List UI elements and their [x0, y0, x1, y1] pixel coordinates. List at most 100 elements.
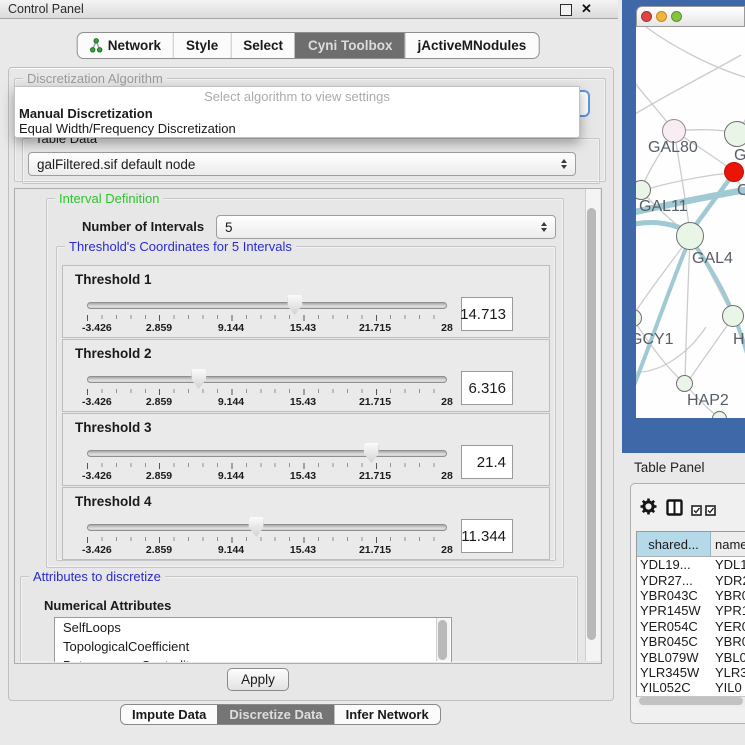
- cell-shared-name[interactable]: YPR145W: [637, 603, 710, 618]
- table-row[interactable]: YDL19... YDL1: [637, 557, 745, 572]
- cell-name[interactable]: YBR0: [710, 588, 745, 603]
- threshold-2-slider[interactable]: [87, 376, 447, 384]
- node-label-gal11: GAL11: [639, 198, 688, 216]
- list-item[interactable]: TopologicalCoefficient: [55, 637, 451, 656]
- tab-infer-network[interactable]: Infer Network: [334, 705, 440, 724]
- cell-name[interactable]: YIL0: [710, 680, 745, 695]
- minimize-traffic-light[interactable]: [656, 11, 667, 22]
- threshold-1-value-field[interactable]: 14.713: [461, 297, 513, 331]
- tick-label: 9.144: [218, 396, 244, 408]
- screen: Control Panel ✕ Network Style Select Cyn…: [0, 0, 745, 745]
- node-h[interactable]: [722, 305, 744, 327]
- cell-name[interactable]: YDL1: [710, 557, 745, 572]
- table-row[interactable]: YBR045C YBR0: [637, 634, 745, 649]
- slider-track[interactable]: [87, 376, 447, 383]
- tab-cyni-toolbox[interactable]: Cyni Toolbox: [295, 33, 405, 58]
- cell-name[interactable]: YDR2: [710, 573, 745, 588]
- tab-discretize-data[interactable]: Discretize Data: [217, 705, 333, 724]
- zoom-traffic-light[interactable]: [671, 11, 682, 22]
- checkbox-icon[interactable]: [691, 503, 702, 521]
- node-label-hap2: HAP2: [687, 392, 729, 410]
- settings-scrollbar-thumb[interactable]: [587, 208, 596, 640]
- tick-label: 21.715: [359, 322, 391, 334]
- cell-shared-name[interactable]: YBR045C: [637, 634, 710, 649]
- cell-shared-name[interactable]: YBL079W: [637, 650, 710, 665]
- tab-network[interactable]: Network: [78, 33, 173, 58]
- table-row[interactable]: YLR345W YLR3: [637, 665, 745, 680]
- split-column-icon[interactable]: [666, 499, 683, 521]
- cell-name[interactable]: YBL0: [710, 650, 745, 665]
- column-header-name[interactable]: name: [711, 532, 745, 556]
- cell-shared-name[interactable]: YER054C: [637, 619, 710, 634]
- close-traffic-light[interactable]: [641, 11, 652, 22]
- tab-impute-data[interactable]: Impute Data: [121, 705, 217, 724]
- algorithm-group-title: Discretization Algorithm: [23, 71, 167, 86]
- tab-style[interactable]: Style: [173, 33, 230, 58]
- table-row[interactable]: YBL079W YBL0: [637, 649, 745, 664]
- tick-label: 2.859: [146, 544, 172, 556]
- table-data-combobox[interactable]: galFiltered.sif default node: [28, 152, 576, 176]
- threshold-3-value-field[interactable]: 21.4: [461, 445, 513, 479]
- table-row[interactable]: YDR27... YDR2: [637, 572, 745, 587]
- list-item[interactable]: SelfLoops: [55, 618, 451, 637]
- cell-shared-name[interactable]: YDL19...: [637, 557, 710, 572]
- close-icon[interactable]: ✕: [581, 1, 592, 17]
- panel-title: Control Panel: [8, 2, 84, 16]
- table-hscrollbar-thumb[interactable]: [639, 697, 743, 705]
- slider-track[interactable]: [87, 450, 447, 457]
- tab-select[interactable]: Select: [230, 33, 295, 58]
- table-row[interactable]: YPR145W YPR1: [637, 603, 745, 618]
- tick-label: 2.859: [146, 470, 172, 482]
- cell-name[interactable]: YER0: [710, 619, 745, 634]
- cell-name[interactable]: YLR3: [710, 665, 745, 680]
- slider-track[interactable]: [87, 524, 447, 531]
- node-top-right[interactable]: [724, 121, 745, 147]
- node-gal4[interactable]: [676, 222, 704, 250]
- attributes-list-scrollbar-thumb[interactable]: [438, 620, 447, 660]
- node-label-c: C: [737, 182, 745, 200]
- apply-button[interactable]: Apply: [227, 668, 289, 691]
- threshold-4-slider-thumb[interactable]: [249, 517, 264, 537]
- tick-label: 15.43: [290, 396, 316, 408]
- dropdown-placeholder: Select algorithm to view settings: [15, 87, 579, 106]
- network-canvas[interactable]: GAL80 GA C GAL11 GAL4 GCY1 H HAP2: [636, 27, 745, 418]
- slider-tick-labels: -3.426 2.859 9.144 15.43 21.715 28: [87, 544, 447, 556]
- float-window-icon[interactable]: [560, 4, 572, 16]
- list-item[interactable]: BetweennessCentrality: [55, 656, 451, 662]
- node-hap2[interactable]: [676, 375, 693, 392]
- tab-jactivemnodules[interactable]: jActiveMNodules: [405, 33, 539, 58]
- cell-shared-name[interactable]: YDR27...: [637, 573, 710, 588]
- node-selected-red[interactable]: [724, 162, 744, 182]
- threshold-2-value-field[interactable]: 6.316: [461, 371, 513, 405]
- tab-style-label: Style: [186, 38, 218, 53]
- tick-label: 28: [441, 544, 453, 556]
- checkbox-icon[interactable]: [705, 503, 716, 521]
- cell-shared-name[interactable]: YLR345W: [637, 665, 710, 680]
- cell-name[interactable]: YPR1: [710, 603, 745, 618]
- tick-label: 15.43: [290, 470, 316, 482]
- number-of-intervals-combobox[interactable]: 5: [216, 215, 556, 239]
- tick-label: 9.144: [218, 544, 244, 556]
- gear-icon[interactable]: [640, 498, 657, 520]
- slider-track[interactable]: [87, 302, 447, 309]
- dropdown-option-equal-width[interactable]: Equal Width/Frequency Discretization: [15, 121, 579, 136]
- table-row[interactable]: YER054C YER0: [637, 619, 745, 634]
- table-panel-title: Table Panel: [634, 460, 705, 475]
- cell-shared-name[interactable]: YIL052C: [637, 680, 710, 695]
- cell-shared-name[interactable]: YBR043C: [637, 588, 710, 603]
- network-window-titlebar[interactable]: [636, 6, 745, 27]
- threshold-4-panel: Threshold 4 -3.426 2.859 9.144 15.43 21.…: [62, 487, 550, 560]
- threshold-4-slider[interactable]: [87, 524, 447, 532]
- threshold-3-slider-thumb[interactable]: [364, 443, 379, 463]
- threshold-2-slider-thumb[interactable]: [191, 369, 206, 389]
- table-row[interactable]: YIL052C YIL0: [637, 680, 745, 695]
- threshold-4-value-field[interactable]: 11.344: [461, 519, 513, 553]
- numerical-attributes-list: SelfLoops TopologicalCoefficient Between…: [54, 617, 452, 662]
- threshold-1-slider-thumb[interactable]: [287, 295, 302, 315]
- threshold-3-slider[interactable]: [87, 450, 447, 458]
- column-header-shared-name[interactable]: shared...: [637, 532, 711, 556]
- dropdown-option-manual[interactable]: Manual Discretization: [15, 106, 579, 121]
- cell-name[interactable]: YBR0: [710, 634, 745, 649]
- threshold-1-slider[interactable]: [87, 302, 447, 310]
- table-row[interactable]: YBR043C YBR0: [637, 588, 745, 603]
